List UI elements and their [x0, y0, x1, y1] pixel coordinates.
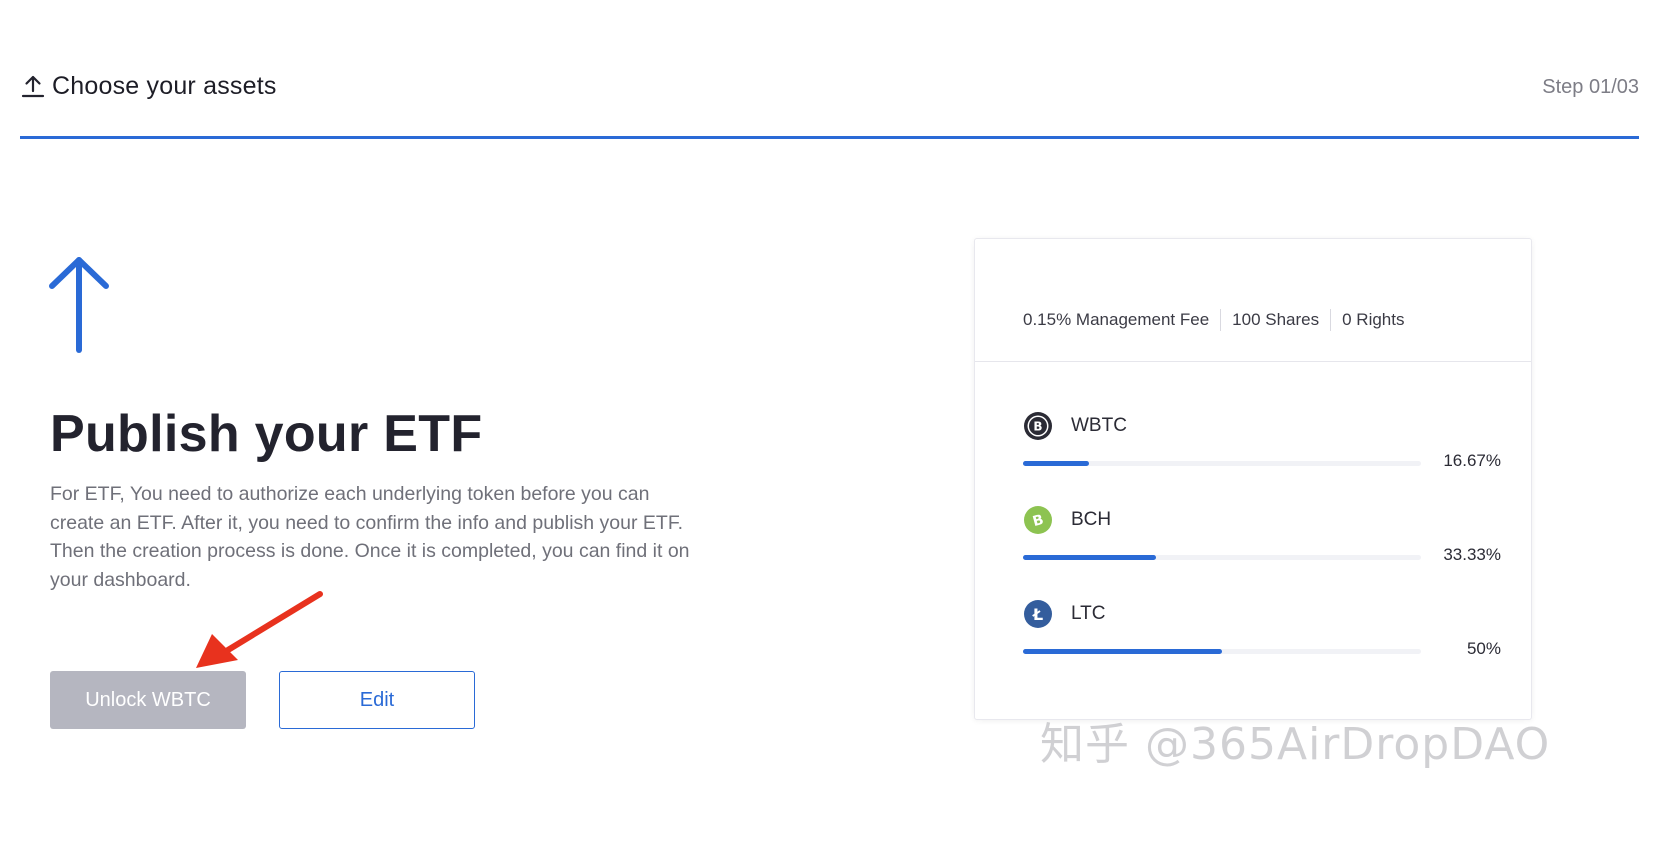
- allocation-percent: 16.67%: [1443, 451, 1501, 470]
- allocation-percent: 33.33%: [1443, 545, 1501, 564]
- allocation-bar-fill: [1023, 461, 1090, 466]
- bch-icon: B: [1024, 506, 1052, 534]
- asset-row-wbtc: B WBTC 16.67%: [1023, 411, 1501, 481]
- etf-stats: 0.15% Management Fee 100 Shares 0 Rights: [1023, 309, 1405, 331]
- asset-head: B BCH: [1023, 505, 1111, 535]
- header-progress-rule: [20, 136, 1639, 139]
- stat-divider: [1330, 309, 1332, 331]
- watermark: 知乎 @365AirDropDAO: [1040, 719, 1551, 770]
- asset-row-ltc: Ł LTC 50%: [1023, 599, 1501, 669]
- allocation-bar: [1023, 461, 1421, 466]
- card-divider: [975, 361, 1531, 362]
- allocation-bar-fill: [1023, 555, 1156, 560]
- header-title: Choose your assets: [52, 72, 277, 100]
- allocation-bar-fill: [1023, 649, 1222, 654]
- asset-name: WBTC: [1071, 415, 1127, 436]
- arrow-up-icon: [49, 257, 109, 353]
- step-indicator: Step 01/03: [1542, 76, 1639, 98]
- management-fee: 0.15% Management Fee: [1023, 310, 1210, 329]
- shares-count: 100 Shares: [1232, 310, 1320, 329]
- allocation-bar: [1023, 649, 1421, 654]
- asset-row-bch: B BCH 33.33%: [1023, 505, 1501, 575]
- asset-head: Ł LTC: [1023, 599, 1105, 629]
- header-title-group: Choose your assets: [20, 72, 277, 101]
- allocation-bar: [1023, 555, 1421, 560]
- stat-divider: [1220, 309, 1222, 331]
- edit-button[interactable]: Edit: [279, 671, 475, 729]
- upload-icon: [21, 75, 45, 97]
- page-header: Choose your assets Step 01/03: [20, 72, 1639, 112]
- svg-text:Ł: Ł: [1032, 605, 1043, 624]
- page-description: For ETF, You need to authorize each unde…: [50, 483, 690, 591]
- asset-name: LTC: [1071, 603, 1106, 624]
- unlock-wbtc-button[interactable]: Unlock WBTC: [50, 671, 246, 729]
- rights-count: 0 Rights: [1342, 310, 1405, 329]
- wbtc-icon: B: [1024, 412, 1052, 440]
- etf-summary-card: 0.15% Management Fee 100 Shares 0 Rights…: [974, 238, 1532, 720]
- allocation-percent: 50%: [1466, 639, 1501, 658]
- svg-text:B: B: [1033, 420, 1042, 434]
- annotation-arrow-icon: [196, 591, 323, 668]
- ltc-icon: Ł: [1024, 600, 1052, 628]
- page-heading: Publish your ETF: [50, 405, 483, 463]
- asset-name: BCH: [1071, 509, 1112, 530]
- asset-head: B WBTC: [1023, 411, 1127, 441]
